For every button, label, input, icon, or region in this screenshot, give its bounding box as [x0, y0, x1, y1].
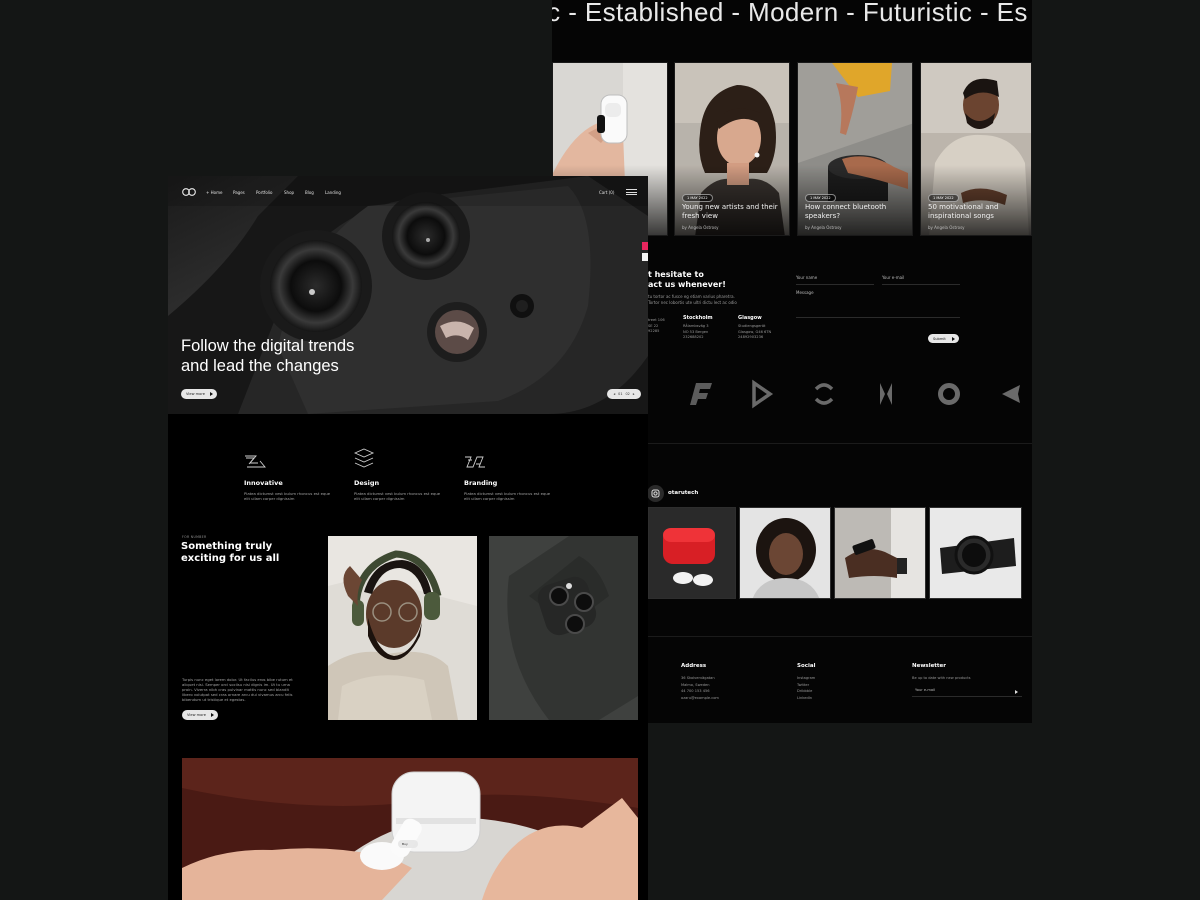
partner-logo-4 — [880, 383, 892, 405]
instagram-image-woman-curly-hair — [740, 508, 830, 598]
instagram-handle[interactable]: otarutech — [668, 490, 698, 496]
top-navigation: + Home Pages Portfolio Shop Blog Landing… — [168, 176, 648, 206]
slide-total: 02 — [625, 392, 630, 396]
partner-logo-2 — [752, 379, 774, 409]
contact-heading: t hesitate to act us whenever! — [648, 270, 726, 289]
post-author: by Angela Ostrosy — [805, 225, 842, 230]
slider-controls[interactable]: ◂ 01 02 ▸ — [607, 389, 641, 399]
prev-arrow-icon[interactable]: ◂ — [613, 392, 615, 396]
photo-man-headphones — [328, 536, 477, 720]
partner-logo-1 — [690, 383, 712, 405]
newsletter-email-input[interactable]: Your e-mail — [912, 688, 1022, 697]
arrow-right-icon — [952, 336, 955, 341]
play-arrow-icon — [211, 713, 214, 717]
hero-view-more-button[interactable]: View more — [181, 389, 217, 399]
instagram-image-phone-hands — [835, 508, 925, 598]
post-title[interactable]: How connect bluetooth speakers? — [805, 203, 912, 220]
instagram-tile[interactable] — [834, 507, 926, 599]
contact-intro: tu tortor ac fusce eg etiam varius phare… — [648, 294, 737, 305]
brand-logo[interactable] — [182, 188, 196, 196]
blog-card[interactable]: 1 MAY 2022 Young new artists and their f… — [674, 62, 790, 236]
office-block-glasgow: Glasgow Studiengsgerät Glasgow, G46 6TN … — [738, 315, 772, 339]
send-arrow-icon[interactable] — [1015, 690, 1018, 694]
instagram-tile[interactable] — [739, 507, 831, 599]
post-title[interactable]: 50 motivational and inspirational songs — [928, 203, 1031, 220]
nav-pages[interactable]: Pages — [233, 190, 245, 195]
social-link[interactable]: Instagram — [797, 675, 815, 682]
accent-white-tab[interactable] — [642, 253, 648, 261]
footer-newsletter: Newsletter Be up to date with new produc… — [912, 663, 971, 680]
footer-social: Social Instagram Twitter Dribbble Linked… — [797, 663, 816, 702]
cart-link[interactable]: Cart (0) — [599, 190, 614, 195]
iphone-back-image — [489, 536, 638, 720]
blog-card[interactable]: 1 MAY 2022 How connect bluetooth speaker… — [797, 62, 913, 236]
blog-card[interactable]: 1 MAY 2022 50 motivational and inspirati… — [920, 62, 1032, 236]
feature-innovative: Innovative Platea dictumst vest bulum rh… — [244, 454, 334, 501]
instagram-tile[interactable] — [929, 507, 1022, 599]
airpods-product-banner: Buy — [182, 758, 638, 900]
buy-tag[interactable]: Buy — [398, 840, 418, 848]
section-divider — [648, 636, 1032, 637]
post-date: 1 MAY 2022 — [805, 194, 836, 202]
airpods-hands-image — [182, 758, 638, 900]
submit-button[interactable]: Submit — [928, 334, 959, 343]
man-headphones-image — [328, 536, 477, 720]
accent-pink-tab[interactable] — [642, 242, 648, 250]
next-arrow-icon[interactable]: ▸ — [633, 392, 635, 396]
front-page-preview: + Home Pages Portfolio Shop Blog Landing… — [168, 176, 648, 900]
photo-iphone-back — [489, 536, 638, 720]
design-icon — [353, 448, 375, 468]
marquee-text: ic - Established - Modern - Futuristic -… — [552, 0, 1028, 27]
email-field[interactable]: Your e-mail — [882, 275, 960, 285]
nav-blog[interactable]: Blog — [305, 190, 314, 195]
feature-design: Design Platea dictumst vest bulum rhoncu… — [353, 448, 444, 501]
section-title: Something truly exciting for us all — [181, 541, 280, 564]
feature-branding: Branding Platea dictumst vest bulum rhon… — [464, 454, 554, 501]
nav-portfolio[interactable]: Portfolio — [256, 190, 272, 195]
section-kicker: FOR NUMBER — [182, 535, 207, 539]
partner-logo-3 — [814, 383, 834, 405]
hero-title: Follow the digital trends and lead the c… — [181, 337, 355, 375]
instagram-tile[interactable] — [648, 507, 736, 599]
section-paragraph: Turpis nunc eget lorem dolor. Ut facilus… — [182, 677, 293, 702]
instagram-image-smartwatch — [930, 508, 1021, 598]
section-divider — [648, 443, 1032, 444]
social-link[interactable]: LinkedIn — [797, 695, 815, 702]
post-author: by Angela Ostrosy — [682, 225, 719, 230]
nav-landing[interactable]: Landing — [325, 190, 341, 195]
office-block-stockholm: Stockholm Rålambsväg 3 NO 53 Bergen 2326… — [683, 315, 713, 339]
post-date: 1 MAY 2022 — [928, 194, 959, 202]
footer-address: Address 36 Skolvervägatan Malmo, Sweden … — [681, 663, 719, 700]
instagram-icon[interactable] — [647, 485, 664, 502]
marquee-banner: ic - Established - Modern - Futuristic -… — [552, 0, 1032, 32]
instagram-image-red-case — [649, 508, 735, 598]
nav-shop[interactable]: Shop — [284, 190, 294, 195]
post-date: 1 MAY 2022 — [682, 194, 713, 202]
hero-section: + Home Pages Portfolio Shop Blog Landing… — [168, 176, 648, 414]
partner-logo-5 — [938, 383, 960, 405]
slide-current: 01 — [618, 392, 623, 396]
section-view-more-button[interactable]: View more — [182, 710, 218, 720]
name-field[interactable]: Your name — [796, 275, 874, 285]
menu-burger-icon[interactable] — [626, 189, 637, 195]
post-author: by Angela Ostrosy — [928, 225, 965, 230]
nav-home[interactable]: + Home — [206, 190, 222, 195]
message-field[interactable]: Message — [796, 290, 960, 318]
hero-image-phone-camera — [168, 176, 648, 414]
innovative-icon — [245, 455, 266, 468]
partner-logo-6 — [1002, 385, 1020, 403]
play-arrow-icon — [210, 392, 213, 396]
branding-icon — [465, 456, 485, 468]
post-title[interactable]: Young new artists and their fresh view — [682, 203, 789, 220]
